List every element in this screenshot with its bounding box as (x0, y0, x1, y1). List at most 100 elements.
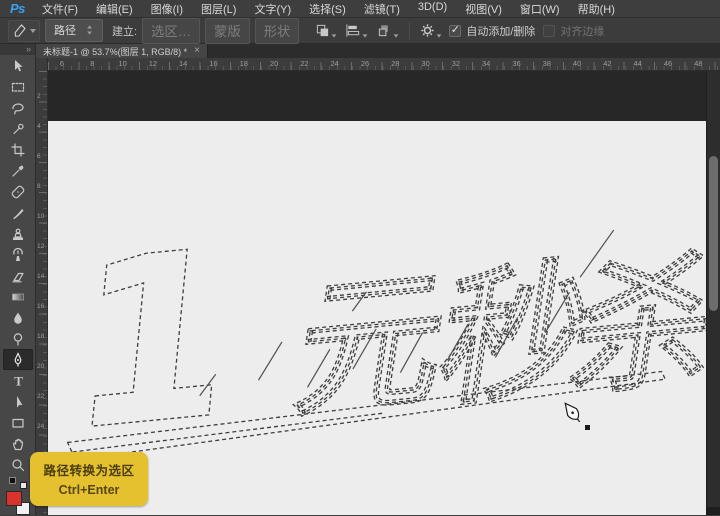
vertical-scrollbar[interactable] (706, 71, 720, 515)
tools-panel-collapse-button[interactable]: » (0, 44, 35, 55)
blur-tool[interactable] (3, 307, 33, 328)
vruler-number: 16 (37, 303, 44, 310)
art-char-sha: 杀 (554, 238, 706, 416)
hruler-number: 8 (90, 59, 94, 68)
menu-item-3[interactable]: 图层(L) (192, 1, 245, 17)
hruler-number: 30 (421, 59, 429, 68)
auto-add-delete-checkbox[interactable]: ✓ (449, 25, 461, 37)
toolbar-extras (5, 477, 31, 515)
vruler-number: 24 (37, 423, 44, 430)
eraser-tool[interactable] (3, 265, 33, 286)
lasso-tool[interactable] (3, 97, 33, 118)
menu-item-1[interactable]: 编辑(E) (87, 1, 142, 17)
ruler-corner (36, 58, 48, 71)
path-arrangement-button[interactable] (375, 22, 401, 39)
vertical-ruler[interactable]: 246810121416182022242628 (36, 71, 48, 515)
chevron-down-icon (394, 34, 399, 37)
auto-add-delete-option[interactable]: ✓ 自动添加/删除 (449, 23, 535, 39)
history-brush-tool[interactable] (3, 244, 33, 265)
menu-item-10[interactable]: 帮助(H) (569, 1, 624, 17)
menu-item-8[interactable]: 视图(V) (456, 1, 511, 17)
hruler-number: 42 (603, 59, 611, 68)
vruler-number: 12 (37, 243, 44, 250)
scrollbar-thumb[interactable] (709, 156, 718, 311)
spot-healing-brush-tool[interactable] (3, 181, 33, 202)
path-alignment-button[interactable] (344, 22, 370, 39)
close-icon[interactable]: × (194, 46, 200, 56)
tool-mode-select[interactable]: 路径 (45, 19, 103, 42)
make-mask-button[interactable]: 蒙版 (205, 18, 250, 44)
chevron-down-icon (30, 29, 36, 33)
hruler-number: 38 (543, 59, 551, 68)
hruler-number: 28 (391, 59, 399, 68)
document-tab[interactable]: 未标题-1 @ 53.7%(图层 1, RGB/8) * × (36, 44, 208, 58)
hruler-number: 32 (452, 59, 460, 68)
tooltip-shortcut: Ctrl+Enter (34, 483, 144, 497)
menu-item-0[interactable]: 文件(F) (33, 1, 87, 17)
tool-preset-picker[interactable] (8, 20, 40, 42)
path-alignment-icon (346, 23, 361, 38)
menu-item-5[interactable]: 选择(S) (300, 1, 355, 17)
path-selection-tool[interactable] (3, 391, 33, 412)
dodge-tool[interactable] (3, 328, 33, 349)
color-swatches[interactable] (5, 491, 31, 515)
rectangular-marquee-tool[interactable] (3, 76, 33, 97)
hruler-number: 44 (634, 59, 642, 68)
tooltip-text: 路径转换为选区 (34, 460, 144, 479)
tool-list: T (3, 55, 33, 475)
vruler-number: 8 (37, 183, 41, 190)
combine-shapes-button[interactable] (313, 22, 339, 39)
gradient-tool[interactable] (3, 286, 33, 307)
menu-bar: Ps 文件(F)编辑(E)图像(I)图层(L)文字(Y)选择(S)滤镜(T)3D… (0, 0, 720, 18)
make-shape-button[interactable]: 形状 (255, 18, 300, 44)
foreground-color-swatch[interactable] (6, 491, 22, 506)
menu-item-4[interactable]: 文字(Y) (245, 1, 300, 17)
menu-item-9[interactable]: 窗口(W) (511, 1, 569, 17)
menu-item-6[interactable]: 滤镜(T) (355, 1, 409, 17)
make-selection-button[interactable]: 选区… (142, 18, 200, 44)
eyedropper-tool[interactable] (3, 160, 33, 181)
default-colors-icon[interactable] (9, 477, 27, 489)
selection-marching-ants: 1 元 秒 杀 (48, 71, 706, 515)
pen-cursor (562, 399, 594, 440)
quick-selection-tool[interactable] (3, 118, 33, 139)
vruler-number: 20 (37, 363, 44, 370)
vruler-number: 22 (37, 393, 44, 400)
photoshop-window: { "app": { "logo": "Ps" }, "menubar": { … (0, 0, 720, 516)
type-tool[interactable]: T (3, 370, 33, 391)
scrollbar-corner (706, 507, 720, 515)
canvas-viewport[interactable]: 1 元 秒 杀 (48, 71, 720, 515)
crop-tool[interactable] (3, 139, 33, 160)
pen-options-gear-button[interactable] (418, 22, 444, 39)
menu-item-2[interactable]: 图像(I) (142, 1, 192, 17)
pen-cursor-icon (562, 399, 594, 435)
hand-tool[interactable] (3, 433, 33, 454)
vruler-number: 6 (37, 153, 41, 160)
vruler-number: 18 (37, 333, 44, 340)
hruler-number: 16 (209, 59, 217, 68)
hruler-number: 36 (512, 59, 520, 68)
vruler-number: 10 (37, 213, 44, 220)
document-tab-title: 未标题-1 @ 53.7%(图层 1, RGB/8) * (43, 45, 187, 58)
horizontal-ruler[interactable]: 6810121416182022242628303234363840424446… (36, 58, 720, 71)
hruler-number: 10 (118, 59, 126, 68)
zoom-tool[interactable] (3, 454, 33, 475)
canvas-row: 246810121416182022242628 1 元 秒 杀 (36, 71, 720, 515)
hruler-number: 12 (149, 59, 157, 68)
gear-icon (420, 23, 435, 38)
brush-tool[interactable] (3, 202, 33, 223)
auto-add-delete-label: 自动添加/删除 (466, 23, 535, 39)
clone-stamp-tool[interactable] (3, 223, 33, 244)
pen-tool[interactable] (3, 349, 33, 370)
hruler-number: 34 (482, 59, 490, 68)
vruler-number: 14 (37, 273, 44, 280)
menu-item-7[interactable]: 3D(D) (409, 1, 456, 17)
move-tool[interactable] (3, 55, 33, 76)
chevron-down-icon (437, 34, 442, 37)
pen-tool-icon (12, 23, 28, 39)
hruler-number: 6 (60, 59, 64, 68)
chevron-down-icon (363, 34, 368, 37)
combine-shapes-icon (315, 23, 330, 38)
rectangle-tool[interactable] (3, 412, 33, 433)
svg-text:T: T (14, 373, 23, 388)
